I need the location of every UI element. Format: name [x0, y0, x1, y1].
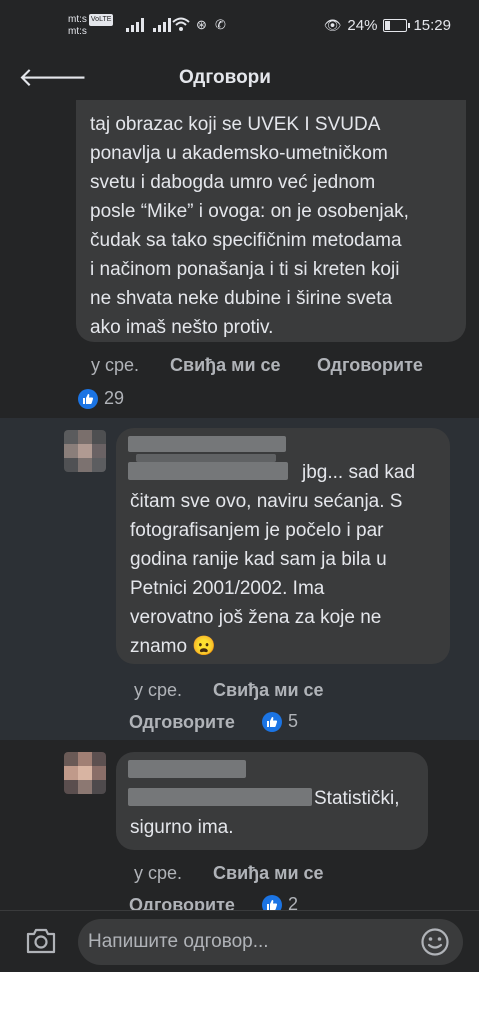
like-button[interactable]: Свиђа ми се — [213, 863, 324, 884]
composer-bar — [0, 910, 479, 972]
signal-icon — [153, 18, 171, 32]
status-bar: mt:s VoLTE mt:s ⊛ ✆ 👁 24% 15:29 — [0, 0, 479, 54]
wifi-icon — [172, 17, 190, 31]
comment-time: у сре. — [134, 863, 183, 883]
reaction-count[interactable]: 29 — [78, 388, 124, 409]
comment-bubble[interactable]: taj obrazac koji se UVEK I SVUDA ponavlj… — [76, 100, 466, 342]
reply-label: Одговорите — [129, 712, 235, 732]
comment-text: Statistički, sigurno ima. — [130, 788, 400, 838]
back-arrow-icon[interactable]: 🡐 — [18, 62, 88, 93]
like-button[interactable]: Свиђа ми се — [170, 355, 281, 376]
comment-time: у сре. — [134, 680, 183, 700]
reply-label: Одговорите — [317, 355, 423, 375]
reply-button[interactable]: Одговорите — [317, 355, 423, 376]
carrier-2: mt:s — [68, 26, 87, 37]
status-right: 👁 24% 15:29 — [324, 17, 451, 34]
volte-badge: VoLTE — [88, 14, 114, 26]
reaction-number: 5 — [288, 711, 299, 731]
app-screen: mt:s VoLTE mt:s ⊛ ✆ 👁 24% 15:29 🡐 Одговор… — [0, 0, 479, 972]
comment-time: у сре. — [91, 355, 140, 375]
battery-icon — [383, 19, 411, 32]
signal-icon — [126, 18, 144, 32]
emoji-icon[interactable] — [420, 927, 450, 957]
eye-icon: 👁 — [323, 17, 342, 33]
like-label: Свиђа ми се — [213, 863, 324, 883]
carrier-info: mt:s VoLTE mt:s — [68, 14, 114, 38]
reaction-number: 29 — [104, 388, 125, 408]
avatar[interactable] — [64, 430, 106, 472]
header: 🡐 Одговори — [0, 54, 479, 100]
page-title: Одговори — [179, 67, 271, 88]
like-label: Свиђа ми се — [213, 680, 324, 700]
like-button[interactable]: Свиђа ми се — [213, 680, 324, 701]
comment-bubble[interactable]: jbg... sad kad čitam sve ovo, naviru seć… — [116, 428, 450, 664]
author-name[interactable] — [128, 436, 286, 452]
carrier-1: mt:s — [68, 14, 87, 25]
comment-bubble[interactable]: Statistički, sigurno ima. — [116, 752, 428, 850]
thumbs-up-icon — [78, 388, 98, 409]
thumbs-up-icon — [262, 711, 282, 732]
battery-percent: 24% — [347, 17, 378, 34]
camera-icon[interactable] — [25, 927, 57, 955]
comment-text: taj obrazac koji se UVEK I SVUDA ponavlj… — [90, 114, 409, 338]
viber-icon: ✆ — [215, 17, 226, 32]
reply-input[interactable] — [78, 919, 463, 965]
avatar[interactable] — [64, 752, 106, 794]
like-label: Свиђа ми се — [170, 355, 281, 375]
author-name[interactable] — [128, 760, 246, 778]
data-saver-icon: ⊛ — [196, 17, 207, 32]
reaction-count[interactable]: 5 — [262, 711, 298, 732]
comment-text: jbg... sad kad čitam sve ovo, naviru seć… — [130, 462, 416, 657]
reply-button[interactable]: Одговорите — [129, 712, 235, 733]
clock: 15:29 — [413, 17, 451, 34]
